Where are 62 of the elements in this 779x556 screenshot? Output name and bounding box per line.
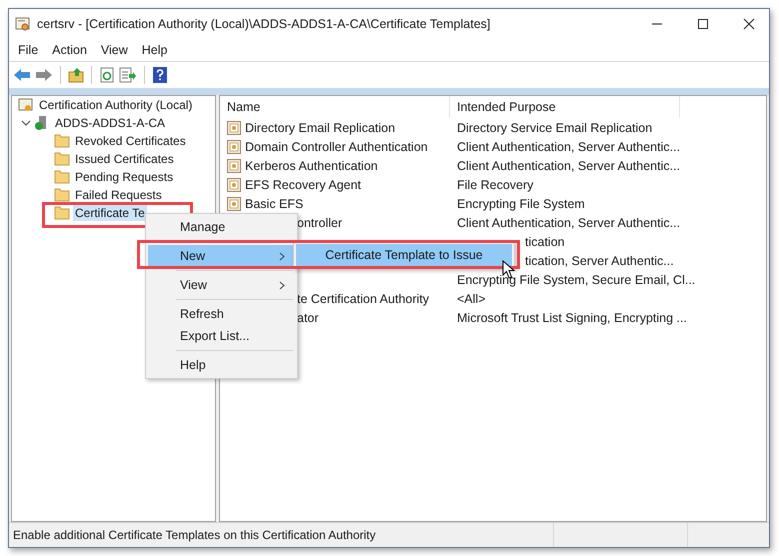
menu-item[interactable]: Export List... xyxy=(148,325,295,347)
close-icon[interactable] xyxy=(743,18,755,30)
table-cell: Kerberos Authentication xyxy=(245,158,378,172)
menu-item[interactable]: Help xyxy=(148,354,295,376)
tree-item[interactable]: Certification Authority (Local) xyxy=(37,97,194,113)
column-header[interactable]: Intended Purpose xyxy=(450,96,680,118)
certificate-icon xyxy=(15,16,31,32)
menu-item[interactable]: Action xyxy=(45,43,94,57)
table-cell: ator xyxy=(297,310,319,324)
certificate-template-icon xyxy=(227,140,241,154)
folder-up-icon[interactable] xyxy=(68,67,84,83)
menu-item[interactable]: Refresh xyxy=(148,303,295,325)
table-cell: Encrypting File System xyxy=(457,196,585,210)
status-text: Enable additional Certificate Templates on this Certification Authority xyxy=(12,528,377,542)
table-cell: Domain Controller Authentication xyxy=(245,140,428,154)
folder-icon xyxy=(54,206,70,220)
table-cell: Directory Service Email Replication xyxy=(457,120,652,134)
menu-item[interactable]: Manage xyxy=(148,216,295,238)
table-cell: te Certification Authority xyxy=(297,292,430,306)
folder-icon xyxy=(54,134,70,148)
menu-item[interactable]: View xyxy=(148,274,295,296)
menu-item[interactable]: File xyxy=(11,43,46,57)
table-cell: Microsoft Trust List Signing, Encrypting ... xyxy=(457,310,687,324)
tree-item[interactable]: Issued Certificates xyxy=(73,151,176,167)
menu-item[interactable]: View xyxy=(94,43,135,57)
table-cell: EFS Recovery Agent xyxy=(245,178,362,192)
certificate-authority-icon xyxy=(18,97,34,113)
expand-chevron-icon[interactable] xyxy=(21,118,31,128)
tree-item[interactable]: Failed Requests xyxy=(73,187,164,203)
certificate-template-icon xyxy=(227,196,241,210)
certificate-template-icon xyxy=(227,178,241,192)
refresh-icon[interactable] xyxy=(99,67,115,83)
table-cell: Basic EFS xyxy=(245,196,304,210)
folder-icon xyxy=(54,152,70,166)
tree-item[interactable]: Pending Requests xyxy=(73,169,176,185)
menu-item[interactable]: New xyxy=(148,245,295,267)
menu-item[interactable]: Help xyxy=(134,43,174,57)
folder-icon xyxy=(54,188,70,202)
table-cell: File Recovery xyxy=(457,178,534,192)
window-title: certsrv - [Certification Authority (Local)\ADDS-ADDS1-A-CA\Certificate Templates] xyxy=(37,17,490,31)
table-cell: <All> xyxy=(457,292,486,306)
certificate-template-icon xyxy=(227,120,241,134)
tree-item[interactable]: Revoked Certificates xyxy=(73,133,188,149)
table-cell: tication, Server Authentic... xyxy=(525,254,674,268)
table-cell: Directory Email Replication xyxy=(245,120,396,134)
certificate-template-icon xyxy=(227,158,241,172)
tree-item[interactable]: ADDS-ADDS1-A-CA xyxy=(53,115,168,131)
folder-icon xyxy=(54,170,70,184)
table-cell: Encrypting File System, Secure Email, Cl... xyxy=(457,272,696,286)
maximize-icon[interactable] xyxy=(697,18,709,30)
table-cell: tication xyxy=(525,234,565,248)
column-header[interactable]: Name xyxy=(220,96,450,118)
export-list-icon[interactable] xyxy=(119,67,137,83)
back-arrow-icon[interactable] xyxy=(13,67,31,83)
help-icon[interactable] xyxy=(152,67,168,83)
table-cell: Client Authentication, Server Authentic... xyxy=(457,158,680,172)
menu-item[interactable]: Certificate Template to Issue xyxy=(296,244,512,266)
table-cell: Client Authentication, Server Authentic... xyxy=(457,140,680,154)
table-cell: Client Authentication, Server Authentic... xyxy=(457,216,680,230)
tree-item[interactable]: Certificate Te xyxy=(73,205,147,221)
table-cell: ontroller xyxy=(297,216,342,230)
forward-arrow-icon[interactable] xyxy=(35,67,53,83)
